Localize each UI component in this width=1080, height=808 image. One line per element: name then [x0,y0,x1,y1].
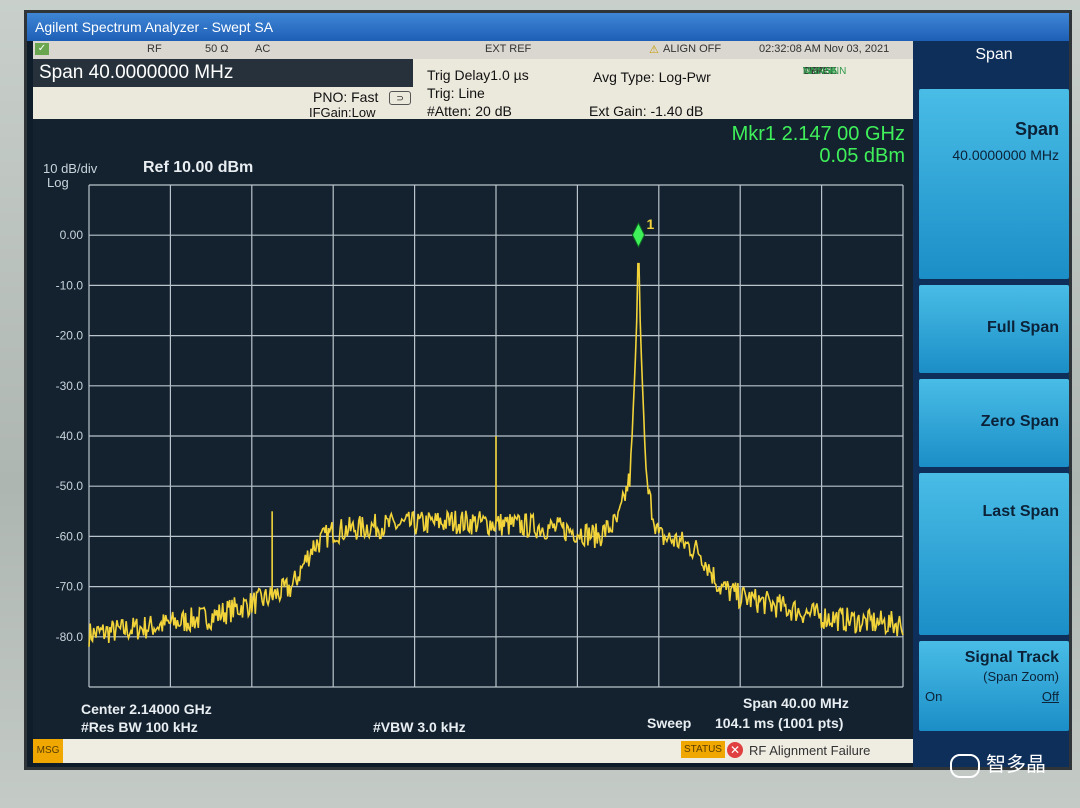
align-label: ALIGN OFF [663,43,722,55]
y-tick-label: -20.0 [56,329,84,343]
status-message: RF Alignment Failure [749,743,871,758]
span-softkey-label: Span [1014,119,1059,139]
span-softkey-value: 40.0000000 MHz [952,147,1059,163]
ext-gain-label: Ext Gain: -1.40 dB [589,103,704,119]
y-tick-label: -80.0 [56,630,84,644]
rf-label: RF [147,43,162,55]
last-span-button[interactable]: Last Span [919,473,1069,635]
y-tick-label: -60.0 [56,529,84,543]
window-title: Agilent Spectrum Analyzer - Swept SA [27,13,1069,41]
analyzer-screen: Agilent Spectrum Analyzer - Swept SA ✓ R… [24,10,1072,770]
impedance-label: 50 Ω [205,43,229,55]
status-label: STATUS [681,741,725,758]
det-values: NNNNNN [803,66,847,77]
sweep-label: Sweep [647,715,692,731]
avg-type-label: Avg Type: Log-Pwr [593,69,711,85]
msg-label: MSG [33,739,63,763]
y-tick-label: -50.0 [56,479,84,493]
marker-diamond [631,221,646,249]
toggle-on: On [925,689,943,704]
atten-label: #Atten: 20 dB [427,103,512,119]
span-softkey[interactable]: Span 40.0000000 MHz [919,89,1069,279]
sweep-value: 104.1 ms (1001 pts) [715,715,844,731]
zero-span-label: Zero Span [980,413,1059,430]
plot-area[interactable]: Mkr1 2.147 00 GHz 0.05 dBm 10 dB/div Log… [33,119,913,739]
y-tick-label: -30.0 [56,379,84,393]
full-span-label: Full Span [987,319,1059,336]
y-axis-labels: 0.00 -10.0 -20.0 -30.0 -40.0 -50.0 -60.0 -70.0 -… [56,228,84,644]
span-readout[interactable]: Span 40.0000000 MHz [33,59,413,87]
message-bar: MSG STATUS ✕ RF Alignment Failure [33,739,913,763]
y-tick-label: -40.0 [56,429,84,443]
span-bottom: Span 40.00 MHz [743,695,849,711]
center-frequency: Center 2.14000 GHz [81,701,212,717]
error-icon: ✕ [727,742,743,758]
datetime: 02:32:08 AM Nov 03, 2021 [759,43,890,55]
status-row: ✓ RF 50 Ω AC EXT REF ⚠ ALIGN OFF 02:32:0… [33,41,913,59]
chat-bubble-icon [950,753,980,778]
coupling-label: AC [255,43,271,55]
last-span-label: Last Span [982,503,1059,520]
zero-span-button[interactable]: Zero Span [919,379,1069,467]
spectrum-graph[interactable]: 0.00 -10.0 -20.0 -30.0 -40.0 -50.0 -60.0 -70.0 -… [33,119,913,739]
res-bw: #Res BW 100 kHz [81,719,198,735]
watermark-text: 智多晶 [986,752,1046,776]
y-tick-label: -70.0 [56,580,84,594]
watermark: 智多晶 [950,748,1046,778]
ok-icon: ✓ [35,43,49,55]
marker-1[interactable]: 1 [631,216,654,249]
trig-label: Trig: Line [427,85,485,101]
marker-number: 1 [646,216,654,232]
settings-panel: Span 40.0000000 MHz PNO: Fast ⊃ IFGain:L… [33,59,913,120]
span-zoom-label: (Span Zoom) [983,669,1059,684]
warning-icon: ⚠ [649,44,659,56]
vbw: #VBW 3.0 kHz [373,719,466,735]
signal-track-label: Signal Track [964,649,1059,666]
full-span-button[interactable]: Full Span [919,285,1069,373]
y-tick-label: 0.00 [60,228,84,242]
toggle-off: Off [1041,689,1059,704]
signal-track-toggle[interactable]: Signal Track (Span Zoom) On Off [919,641,1069,731]
ext-ref-label: EXT REF [485,43,532,55]
y-tick-label: -10.0 [56,278,84,292]
trig-delay-label: Trig Delay1.0 µs [427,67,529,83]
gate-icon: ⊃ [389,91,411,105]
menu-title: Span [975,46,1013,63]
pno-label: PNO: Fast [313,89,379,105]
ifgain-label: IFGain:Low [309,105,376,120]
softkey-panel: Span Span 40.0000000 MHz Full Span Zero … [913,41,1069,767]
